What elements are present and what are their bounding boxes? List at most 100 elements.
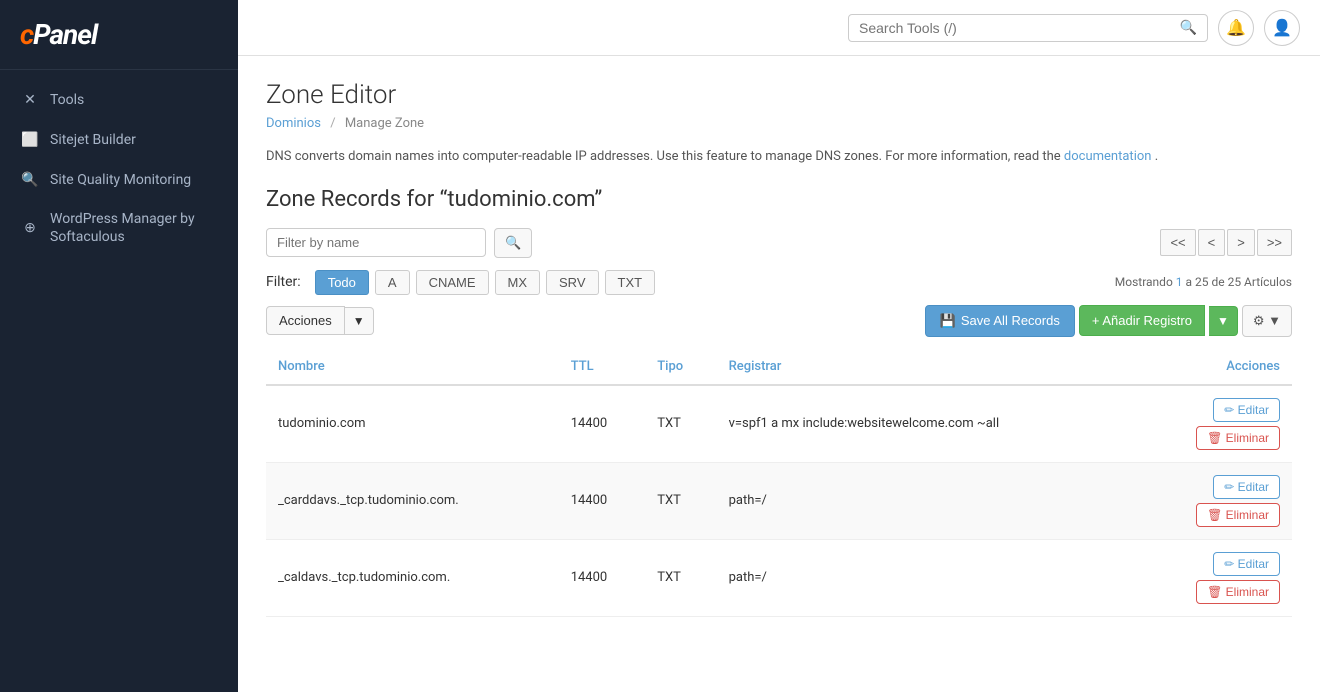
delete-button[interactable]: 🗑 Eliminar	[1196, 580, 1280, 604]
pagination: << < > >>	[1160, 229, 1292, 256]
sidebar-item-wordpress[interactable]: ⊕ WordPress Manager by Softaculous	[0, 200, 238, 256]
cell-registrar: v=spf1 a mx include:websitewelcome.com ~…	[717, 385, 1138, 463]
sidebar-item-label: Tools	[50, 91, 84, 109]
col-acciones: Acciones	[1138, 349, 1292, 385]
sidebar-item-sitejet[interactable]: ⬜ Sitejet Builder	[0, 120, 238, 160]
filter-label: Filter:	[266, 274, 301, 290]
user-button[interactable]: 👤	[1264, 10, 1300, 46]
content-area: Zone Editor Dominios / Manage Zone DNS c…	[238, 56, 1320, 692]
save-icon: 💾	[940, 313, 956, 329]
wrench-icon: ✕	[20, 90, 40, 110]
table-row: tudominio.com 14400 TXT v=spf1 a mx incl…	[266, 385, 1292, 463]
sidebar-logo: cPanel	[0, 0, 238, 70]
filter-search: 🔍	[266, 228, 532, 258]
filter-tabs-row: Filter: Todo A CNAME MX SRV TXT Mostrand…	[266, 270, 1292, 295]
breadcrumb-manage-zone: Manage Zone	[345, 116, 424, 131]
info-text-main: DNS converts domain names into computer-…	[266, 149, 1061, 164]
filter-row: 🔍 << < > >>	[266, 228, 1292, 258]
records-table: Nombre TTL Tipo Registrar Acciones tudom…	[266, 349, 1292, 617]
showing-text: Mostrando 1 a 25 de 25 Artículos	[1115, 275, 1292, 289]
cell-ttl: 14400	[559, 539, 646, 616]
sidebar-item-label: Sitejet Builder	[50, 131, 136, 149]
cell-nombre: _carddavs._tcp.tudominio.com.	[266, 462, 559, 539]
table-header-row: Nombre TTL Tipo Registrar Acciones	[266, 349, 1292, 385]
table-row: _carddavs._tcp.tudominio.com. 14400 TXT …	[266, 462, 1292, 539]
col-nombre: Nombre	[266, 349, 559, 385]
cell-ttl: 14400	[559, 462, 646, 539]
table-row: _caldavs._tcp.tudominio.com. 14400 TXT p…	[266, 539, 1292, 616]
page-title: Zone Editor	[266, 80, 1292, 110]
col-registrar: Registrar	[717, 349, 1138, 385]
filter-input[interactable]	[266, 228, 486, 257]
bell-icon: 🔔	[1226, 18, 1246, 37]
cell-tipo: TXT	[645, 539, 716, 616]
cpanel-logo: cPanel	[20, 18, 218, 51]
top-header: 🔍 🔔 👤	[238, 0, 1320, 56]
save-all-records-button[interactable]: 💾 Save All Records	[925, 305, 1075, 337]
right-actions: 💾 Save All Records + Añadir Registro ▼ ⚙…	[925, 305, 1292, 337]
actions-row: Acciones ▼ 💾 Save All Records + Añadir R…	[266, 305, 1292, 337]
cell-acciones: ✏ Editar 🗑 Eliminar	[1138, 385, 1292, 463]
breadcrumb: Dominios / Manage Zone	[266, 116, 1292, 131]
sidebar-item-tools[interactable]: ✕ Tools	[0, 80, 238, 120]
filter-tab-todo[interactable]: Todo	[315, 270, 369, 295]
filter-tab-srv[interactable]: SRV	[546, 270, 599, 295]
sitejet-icon: ⬜	[20, 130, 40, 150]
add-record-label: + Añadir Registro	[1092, 313, 1192, 328]
pagination-next[interactable]: >	[1227, 229, 1255, 256]
filter-tab-mx[interactable]: MX	[495, 270, 541, 295]
documentation-link[interactable]: documentation	[1064, 149, 1152, 164]
acciones-group: Acciones ▼	[266, 306, 374, 335]
gear-icon: ⚙	[1253, 313, 1265, 328]
showing-range: a 25 de 25 Artículos	[1186, 275, 1292, 289]
delete-button[interactable]: 🗑 Eliminar	[1196, 426, 1280, 450]
cell-nombre: tudominio.com	[266, 385, 559, 463]
zone-title: Zone Records for “tudominio.com”	[266, 187, 1292, 212]
save-all-label: Save All Records	[961, 313, 1060, 328]
pagination-prev[interactable]: <	[1198, 229, 1226, 256]
showing-prefix: Mostrando	[1115, 275, 1173, 289]
cell-acciones: ✏ Editar 🗑 Eliminar	[1138, 462, 1292, 539]
cell-acciones: ✏ Editar 🗑 Eliminar	[1138, 539, 1292, 616]
search-input[interactable]	[859, 20, 1180, 36]
cell-tipo: TXT	[645, 385, 716, 463]
search-icon: 🔍	[1180, 20, 1197, 36]
sidebar: cPanel ✕ Tools ⬜ Sitejet Builder 🔍 Site …	[0, 0, 238, 692]
info-paragraph: DNS converts domain names into computer-…	[266, 147, 1292, 167]
showing-from[interactable]: 1	[1176, 275, 1183, 289]
main-content: 🔍 🔔 👤 Zone Editor Dominios / Manage Zone…	[238, 0, 1320, 692]
filter-tab-a[interactable]: A	[375, 270, 410, 295]
user-icon: 👤	[1272, 18, 1292, 37]
filter-tabs-container: Filter: Todo A CNAME MX SRV TXT	[266, 270, 655, 295]
cell-registrar: path=/	[717, 539, 1138, 616]
delete-button[interactable]: 🗑 Eliminar	[1196, 503, 1280, 527]
pagination-last[interactable]: >>	[1257, 229, 1292, 256]
search-icon: 🔍	[20, 170, 40, 190]
acciones-caret-button[interactable]: ▼	[345, 307, 374, 335]
col-ttl: TTL	[559, 349, 646, 385]
sidebar-item-label: Site Quality Monitoring	[50, 171, 191, 189]
edit-button[interactable]: ✏ Editar	[1213, 475, 1280, 499]
cell-tipo: TXT	[645, 462, 716, 539]
pagination-first[interactable]: <<	[1160, 229, 1195, 256]
filter-tab-txt[interactable]: TXT	[605, 270, 656, 295]
sidebar-item-site-quality[interactable]: 🔍 Site Quality Monitoring	[0, 160, 238, 200]
breadcrumb-dominios[interactable]: Dominios	[266, 116, 321, 131]
acciones-button[interactable]: Acciones	[266, 306, 345, 335]
search-bar[interactable]: 🔍	[848, 14, 1208, 42]
gear-button[interactable]: ⚙ ▼	[1242, 305, 1292, 337]
cell-nombre: _caldavs._tcp.tudominio.com.	[266, 539, 559, 616]
add-record-button[interactable]: + Añadir Registro	[1079, 305, 1205, 336]
cell-ttl: 14400	[559, 385, 646, 463]
wordpress-icon: ⊕	[20, 218, 40, 238]
cell-registrar: path=/	[717, 462, 1138, 539]
filter-search-button[interactable]: 🔍	[494, 228, 532, 258]
notification-button[interactable]: 🔔	[1218, 10, 1254, 46]
filter-tab-cname[interactable]: CNAME	[416, 270, 489, 295]
edit-button[interactable]: ✏ Editar	[1213, 552, 1280, 576]
add-record-caret-button[interactable]: ▼	[1209, 306, 1238, 336]
sidebar-item-label: WordPress Manager by Softaculous	[50, 210, 218, 246]
breadcrumb-sep: /	[330, 116, 335, 131]
edit-button[interactable]: ✏ Editar	[1213, 398, 1280, 422]
sidebar-nav: ✕ Tools ⬜ Sitejet Builder 🔍 Site Quality…	[0, 70, 238, 256]
